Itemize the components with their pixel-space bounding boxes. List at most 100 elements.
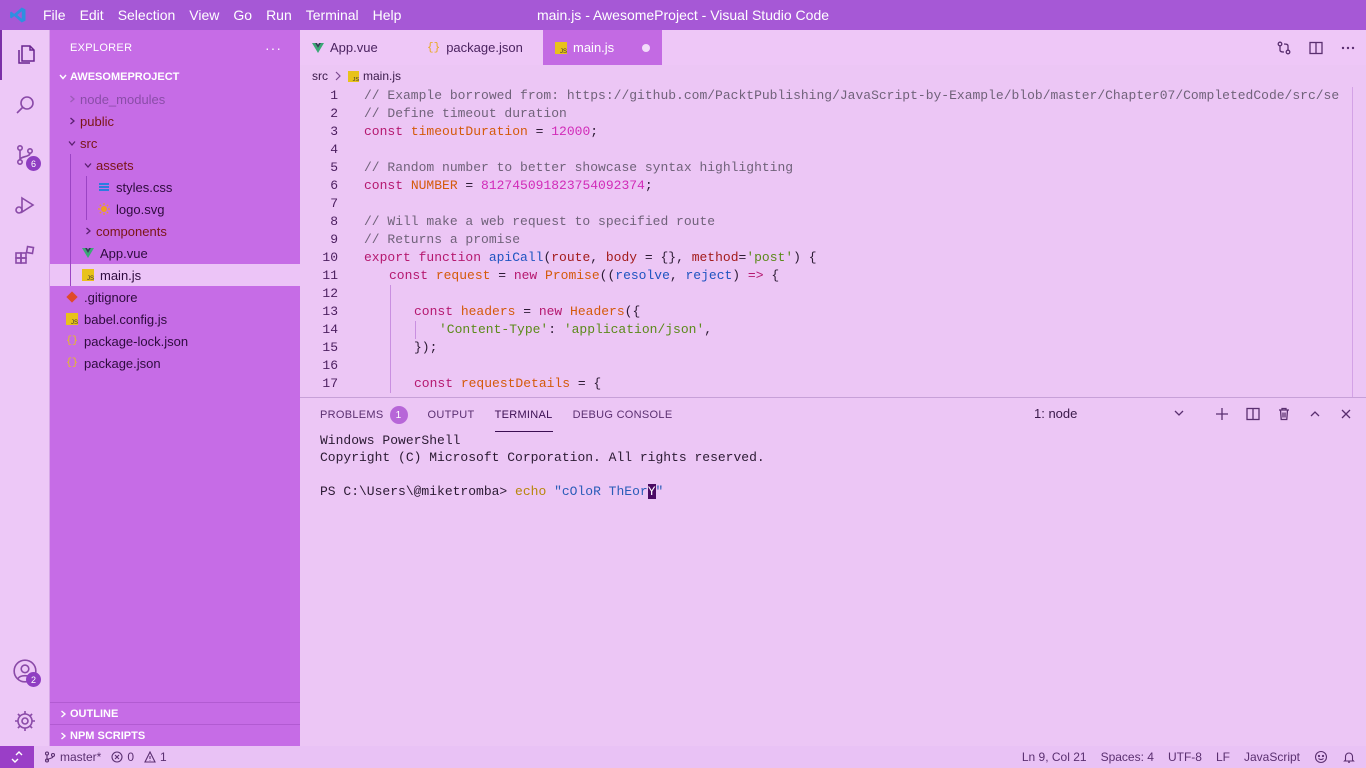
chevron-right-icon [334, 71, 342, 81]
menu-terminal[interactable]: Terminal [299, 0, 366, 30]
trash-icon[interactable] [1276, 406, 1292, 422]
code-token: , [669, 268, 686, 283]
vue-file-icon [80, 247, 96, 259]
extensions-icon[interactable] [0, 230, 50, 280]
tree-item-logo-svg[interactable]: logo.svg [50, 198, 300, 220]
tab-problems[interactable]: PROBLEMS 1 [320, 398, 408, 432]
menu-help[interactable]: Help [366, 0, 409, 30]
project-section[interactable]: AWESOMEPROJECT [50, 66, 300, 88]
tree-item-assets[interactable]: assets [50, 154, 300, 176]
settings-gear-icon[interactable] [0, 696, 50, 746]
branch-status[interactable]: master* [44, 750, 101, 764]
branch-name: master* [60, 750, 102, 764]
code-line [364, 285, 1354, 303]
run-debug-icon[interactable] [0, 180, 50, 230]
tab-main-js[interactable]: JS main.js [543, 30, 662, 65]
problems-status[interactable]: 0 1 [111, 750, 167, 764]
maximize-panel-icon[interactable] [1307, 406, 1323, 422]
tree-item-package-lock[interactable]: {} package-lock.json [50, 330, 300, 352]
close-panel-icon[interactable] [1338, 406, 1354, 422]
end-of-line[interactable]: LF [1216, 750, 1230, 764]
tree-item-package-json[interactable]: {} package.json [50, 352, 300, 374]
npm-scripts-section[interactable]: NPM SCRIPTS [50, 724, 300, 746]
menu-view[interactable]: View [182, 0, 226, 30]
code-line: 'Content-Type': 'application/json', [364, 321, 1354, 339]
indentation[interactable]: Spaces: 4 [1101, 750, 1154, 764]
cursor-position[interactable]: Ln 9, Col 21 [1022, 750, 1087, 764]
explorer-header: EXPLORER ··· [50, 30, 300, 66]
tab-package-json[interactable]: {} package.json [415, 30, 543, 65]
tree-item-app-vue[interactable]: App.vue [50, 242, 300, 264]
notifications-icon[interactable] [1342, 750, 1356, 764]
language-mode[interactable]: JavaScript [1244, 750, 1300, 764]
code-lines: // Example borrowed from: https://github… [364, 87, 1354, 393]
menu-file[interactable]: File [36, 0, 73, 30]
new-terminal-icon[interactable] [1214, 406, 1230, 422]
line-number: 7 [330, 196, 338, 211]
source-control-badge: 6 [26, 156, 41, 171]
breadcrumb-main-js[interactable]: main.js [363, 69, 401, 83]
unsaved-dot-icon[interactable] [642, 43, 650, 52]
explorer-icon[interactable] [0, 30, 50, 80]
code-token: , [704, 322, 713, 337]
code-token: , [590, 250, 606, 265]
encoding[interactable]: UTF-8 [1168, 750, 1202, 764]
source-control-icon[interactable]: 6 [0, 130, 50, 180]
terminal-output[interactable]: Windows PowerShell Copyright (C) Microso… [320, 432, 765, 500]
code-editor[interactable]: 1 2 3 4 5 6 7 8 9 10 11 12 13 14 15 16 1… [300, 87, 1366, 397]
code-token: ({ [624, 304, 641, 319]
line-number: 3 [330, 124, 338, 139]
status-bar: master* 0 1 Ln 9, Col 21 Spaces: 4 UTF-8… [0, 746, 1366, 768]
tree-item-src[interactable]: src [50, 132, 300, 154]
chevron-right-icon [58, 731, 68, 741]
outline-section[interactable]: OUTLINE [50, 702, 300, 724]
more-actions-icon[interactable]: ··· [265, 40, 282, 56]
menu-edit[interactable]: Edit [73, 0, 111, 30]
menu-selection[interactable]: Selection [111, 0, 183, 30]
tree-item-gitignore[interactable]: .gitignore [50, 286, 300, 308]
code-token: = [515, 304, 539, 319]
indent-guide [70, 154, 71, 176]
bottom-panel: PROBLEMS 1 OUTPUT TERMINAL DEBUG CONSOLE … [300, 397, 1366, 746]
open-changes-icon[interactable] [1276, 40, 1292, 56]
tab-terminal[interactable]: TERMINAL [494, 398, 553, 432]
tab-debug-console[interactable]: DEBUG CONSOLE [573, 398, 673, 432]
tab-app-vue[interactable]: App.vue [300, 30, 415, 65]
tab-output[interactable]: OUTPUT [428, 398, 475, 432]
indent-guide [390, 303, 391, 321]
split-editor-icon[interactable] [1308, 40, 1324, 56]
warning-count: 1 [160, 750, 167, 764]
menu-go[interactable]: Go [226, 0, 259, 30]
tree-item-main-js[interactable]: JS main.js [50, 264, 300, 286]
error-count: 0 [127, 750, 135, 764]
menu-run[interactable]: Run [259, 0, 299, 30]
code-token: = {}, [637, 250, 692, 265]
tree-item-components[interactable]: components [50, 220, 300, 242]
json-file-icon: {} [427, 41, 441, 54]
feedback-icon[interactable] [1314, 750, 1328, 764]
chevron-down-icon[interactable] [1172, 406, 1186, 420]
breadcrumb-src[interactable]: src [312, 69, 328, 83]
breadcrumb-js-icon: JS [348, 70, 359, 82]
terminal-argument-end: " [655, 484, 664, 499]
tree-item-label: package-lock.json [84, 333, 189, 349]
code-token: body [605, 250, 638, 265]
more-actions-icon[interactable] [1340, 40, 1356, 56]
code-token: const [414, 376, 461, 391]
code-line: const NUMBER = 812745091823754092374; [364, 177, 1354, 195]
code-token: reject [685, 268, 733, 283]
tree-item-styles-css[interactable]: styles.css [50, 176, 300, 198]
editor-scrollbar[interactable] [1352, 87, 1366, 397]
split-terminal-icon[interactable] [1245, 406, 1261, 422]
indent-guide [390, 357, 391, 375]
indent-guide [70, 220, 71, 242]
tree-item-public[interactable]: public [50, 110, 300, 132]
remote-indicator-icon[interactable] [0, 746, 34, 768]
tree-item-node-modules[interactable]: node_modules [50, 88, 300, 110]
tree-item-babel-config[interactable]: JS babel.config.js [50, 308, 300, 330]
error-icon [111, 751, 123, 763]
terminal-select[interactable]: 1: node [1034, 406, 1077, 421]
vue-file-icon [312, 42, 324, 54]
accounts-icon[interactable]: 2 [0, 646, 50, 696]
search-icon[interactable] [0, 80, 50, 130]
